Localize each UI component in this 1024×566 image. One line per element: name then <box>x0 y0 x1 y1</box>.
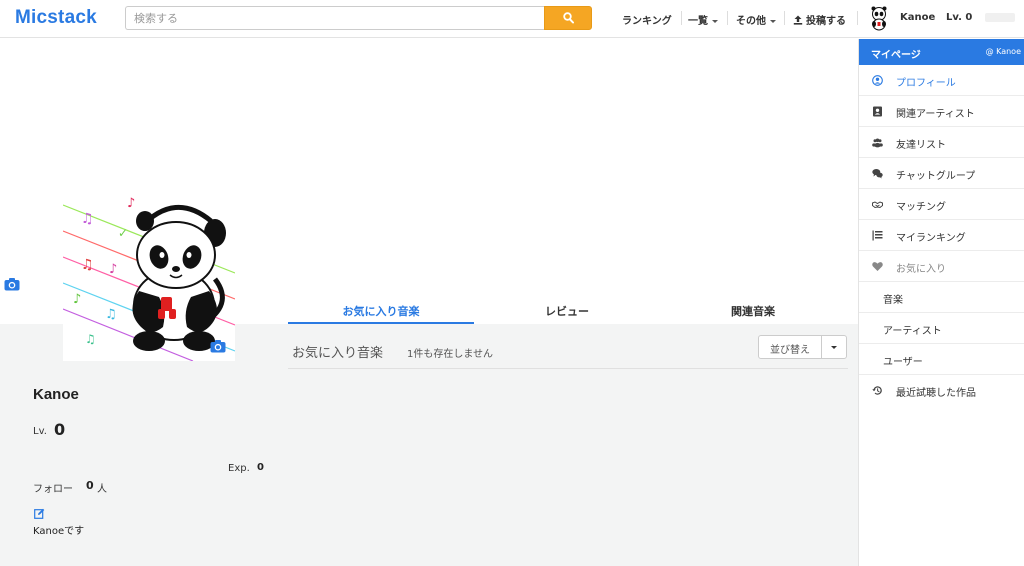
follow-unit: 人 <box>97 484 107 495</box>
svg-text:♪: ♪ <box>127 196 135 211</box>
sidebar-item-related-artists[interactable]: 関連アーティスト <box>859 96 1024 127</box>
sidebar-item-label: アーティスト <box>883 326 942 337</box>
top-navbar: Micstack ランキング 一覧 その他 投稿する Kanoe Lv. 0 <box>0 0 1024 38</box>
nav-post-label: 投稿する <box>806 16 846 27</box>
svg-text:♪: ♪ <box>73 292 81 307</box>
sidebar-item-my-ranking[interactable]: マイランキング <box>859 220 1024 251</box>
sidebar-item-friends[interactable]: 友達リスト <box>859 127 1024 158</box>
svg-text:♫: ♫ <box>81 257 94 273</box>
panda-headphones-illustration: ♫ ♪ ✓ ♫ ♪ ♪ ♫ ♫ <box>63 196 235 361</box>
level-value: 0 <box>54 420 66 439</box>
sidebar-item-chat-groups[interactable]: チャットグループ <box>859 158 1024 189</box>
sort-button[interactable]: 並び替え <box>758 335 822 359</box>
sidebar-item-favorite-artists[interactable]: アーティスト <box>859 313 1024 344</box>
sidebar-username: @ Kanoe <box>985 47 1021 56</box>
empty-message: 1件も存在しません <box>407 349 494 360</box>
header-avatar[interactable] <box>868 5 890 31</box>
section-divider <box>288 368 848 369</box>
sidebar-item-favorite-users[interactable]: ユーザー <box>859 344 1024 375</box>
sidebar-item-label: マッチング <box>896 202 946 213</box>
nav-others-dropdown[interactable]: その他 <box>736 12 776 27</box>
exp-label: Exp. <box>228 463 250 474</box>
svg-text:✓: ✓ <box>118 226 128 240</box>
svg-text:♫: ♫ <box>105 307 117 322</box>
history-icon <box>872 386 882 395</box>
sidebar-item-label: お気に入り <box>896 264 946 275</box>
site-logo[interactable]: Micstack <box>15 7 97 29</box>
sidebar-item-recently-played[interactable]: 最近試聴した作品 <box>859 375 1024 406</box>
chevron-down-icon <box>770 19 776 23</box>
exp-value: 0 <box>257 462 264 473</box>
sidebar-item-profile[interactable]: プロフィール <box>859 65 1024 96</box>
nav-list-dropdown[interactable]: 一覧 <box>688 12 718 27</box>
contact-card-icon <box>873 106 882 117</box>
profile-name: Kanoe <box>33 386 79 403</box>
sidebar-item-label: ユーザー <box>883 357 923 368</box>
sort-dropdown-toggle[interactable] <box>821 335 847 359</box>
tab-favorite-music[interactable]: お気に入り音楽 <box>288 300 474 324</box>
sidebar-item-favorite-music[interactable]: 音楽 <box>859 282 1024 313</box>
header-user-name[interactable]: Kanoe <box>900 12 935 23</box>
mypage-sidebar: マイページ @ Kanoe プロフィール 関連アーティスト 友達リスト チャット… <box>858 39 1024 566</box>
sidebar-item-label: 最近試聴した作品 <box>896 388 976 399</box>
nav-post-link[interactable]: 投稿する <box>793 12 846 27</box>
follow-count[interactable]: 0 <box>86 479 94 492</box>
section-title: お気に入り音楽 <box>292 346 384 361</box>
svg-text:♪: ♪ <box>109 262 117 277</box>
nav-divider <box>681 11 682 25</box>
tab-related-music[interactable]: 関連音楽 <box>660 300 846 324</box>
sidebar-item-label: 友達リスト <box>896 140 946 151</box>
sidebar-item-label: チャットグループ <box>896 171 976 182</box>
users-icon <box>872 138 883 148</box>
camera-icon[interactable] <box>4 277 20 291</box>
sidebar-item-label: プロフィール <box>896 78 956 89</box>
sidebar-item-label: 音楽 <box>883 295 903 306</box>
chevron-down-icon <box>712 19 718 23</box>
profile-tabs: お気に入り音楽 レビュー 関連音楽 <box>288 300 860 324</box>
search-button[interactable] <box>544 6 592 30</box>
sidebar-title: マイページ <box>871 50 921 61</box>
level-label: Lv. <box>33 426 47 437</box>
nav-others-label: その他 <box>736 16 766 27</box>
profile-bio: Kanoeです <box>33 526 85 537</box>
search-input[interactable] <box>125 6 545 30</box>
nav-ranking-link[interactable]: ランキング <box>622 12 672 27</box>
upload-icon <box>793 15 803 25</box>
svg-text:♫: ♫ <box>81 211 94 227</box>
sidebar-item-label: マイランキング <box>896 233 966 244</box>
ranked-list-icon <box>872 230 883 241</box>
nav-divider <box>727 11 728 25</box>
follow-label: フォロー <box>33 484 73 495</box>
chevron-down-icon <box>831 346 837 349</box>
sidebar-item-matching[interactable]: マッチング <box>859 189 1024 220</box>
chat-bubbles-icon <box>872 169 883 179</box>
nav-divider <box>784 11 785 25</box>
handshake-icon <box>872 201 883 209</box>
tab-reviews[interactable]: レビュー <box>474 300 660 324</box>
profile-avatar[interactable]: ♫ ♪ ✓ ♫ ♪ ♪ ♫ ♫ <box>63 193 235 361</box>
camera-icon[interactable] <box>210 339 226 353</box>
sidebar-item-label: 関連アーティスト <box>896 109 975 120</box>
search-icon <box>563 12 574 24</box>
header-user-level: Lv. 0 <box>946 12 973 23</box>
svg-text:♫: ♫ <box>85 332 96 346</box>
sidebar-header: マイページ @ Kanoe <box>859 39 1024 65</box>
nav-divider <box>857 11 858 25</box>
user-circle-icon <box>872 75 883 86</box>
nav-list-label: 一覧 <box>688 16 708 27</box>
sidebar-item-favorites: お気に入り <box>859 251 1024 282</box>
edit-icon[interactable] <box>34 508 45 519</box>
heart-icon <box>872 262 883 271</box>
header-placeholder-badge <box>985 13 1015 22</box>
